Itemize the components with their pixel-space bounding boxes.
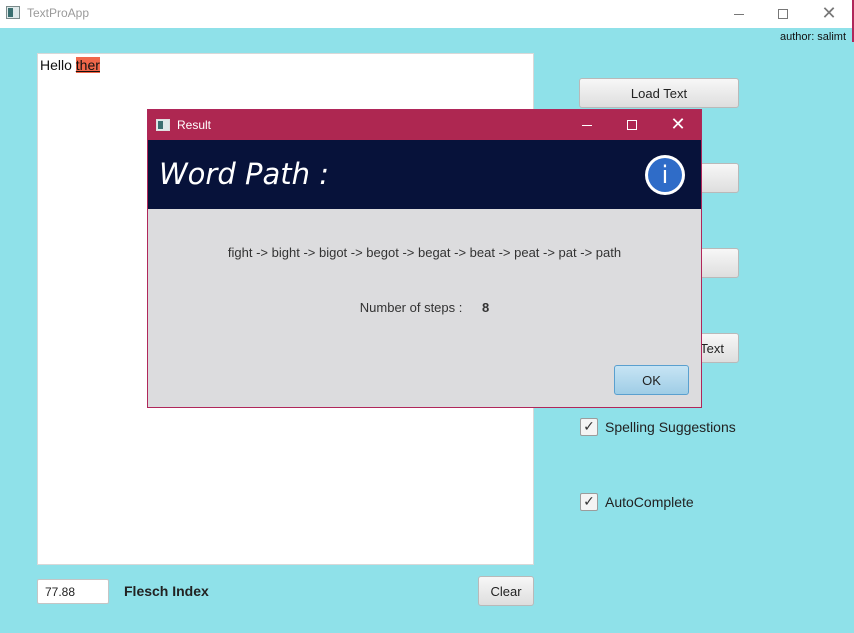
autocomplete-toggle[interactable]: ✓ AutoComplete xyxy=(580,493,694,511)
minimize-icon xyxy=(582,124,592,126)
info-icon: i xyxy=(645,155,685,195)
close-icon: ✕ xyxy=(821,3,837,24)
sidebar-button-4-label: Text xyxy=(700,340,724,356)
word-path-text: fight -> bight -> bigot -> begot -> bega… xyxy=(227,245,622,260)
dialog-title: Result xyxy=(177,118,212,132)
dialog-minimize-button[interactable] xyxy=(564,110,610,140)
dialog-titlebar[interactable]: Result ✕ xyxy=(148,110,701,140)
maximize-icon xyxy=(778,9,788,19)
author-label: author: salimt xyxy=(780,31,847,43)
maximize-button[interactable] xyxy=(760,0,806,28)
editor-text: Hello ther xyxy=(40,57,100,73)
dialog-heading: Word Path : xyxy=(159,157,329,191)
load-text-button[interactable]: Load Text xyxy=(579,78,739,108)
autocomplete-label: AutoComplete xyxy=(605,494,694,510)
flesch-index-field[interactable]: 77.88 xyxy=(37,579,109,604)
ok-button[interactable]: OK xyxy=(614,365,689,395)
spelling-suggestions-toggle[interactable]: ✓ Spelling Suggestions xyxy=(580,418,736,436)
steps-row: Number of steps : 8 xyxy=(148,300,701,315)
spelling-label: Spelling Suggestions xyxy=(605,419,736,435)
steps-label: Number of steps : xyxy=(359,300,463,315)
flesch-index-label: Flesch Index xyxy=(124,583,209,599)
autocomplete-checkbox[interactable]: ✓ xyxy=(580,493,598,511)
dialog-close-button[interactable]: ✕ xyxy=(655,110,701,140)
app-title: TextProApp xyxy=(27,6,90,20)
info-glyph: i xyxy=(648,158,682,192)
dialog-app-icon xyxy=(156,119,170,131)
close-icon: ✕ xyxy=(670,114,686,135)
result-dialog: Result ✕ Word Path : i fight -> bight ->… xyxy=(147,109,702,408)
app-titlebar: TextProApp ✕ xyxy=(0,0,854,28)
misspelled-word[interactable]: ther xyxy=(75,57,100,73)
steps-value: 8 xyxy=(482,300,490,315)
clear-button[interactable]: Clear xyxy=(478,576,534,606)
minimize-button[interactable] xyxy=(716,0,762,28)
close-button[interactable]: ✕ xyxy=(806,0,852,28)
dialog-maximize-button[interactable] xyxy=(609,110,655,140)
app-icon xyxy=(6,6,20,19)
maximize-icon xyxy=(627,120,637,130)
spelling-checkbox[interactable]: ✓ xyxy=(580,418,598,436)
editor-word: Hello xyxy=(40,57,76,73)
minimize-icon xyxy=(734,13,744,15)
dialog-header: Word Path : i xyxy=(148,140,701,209)
